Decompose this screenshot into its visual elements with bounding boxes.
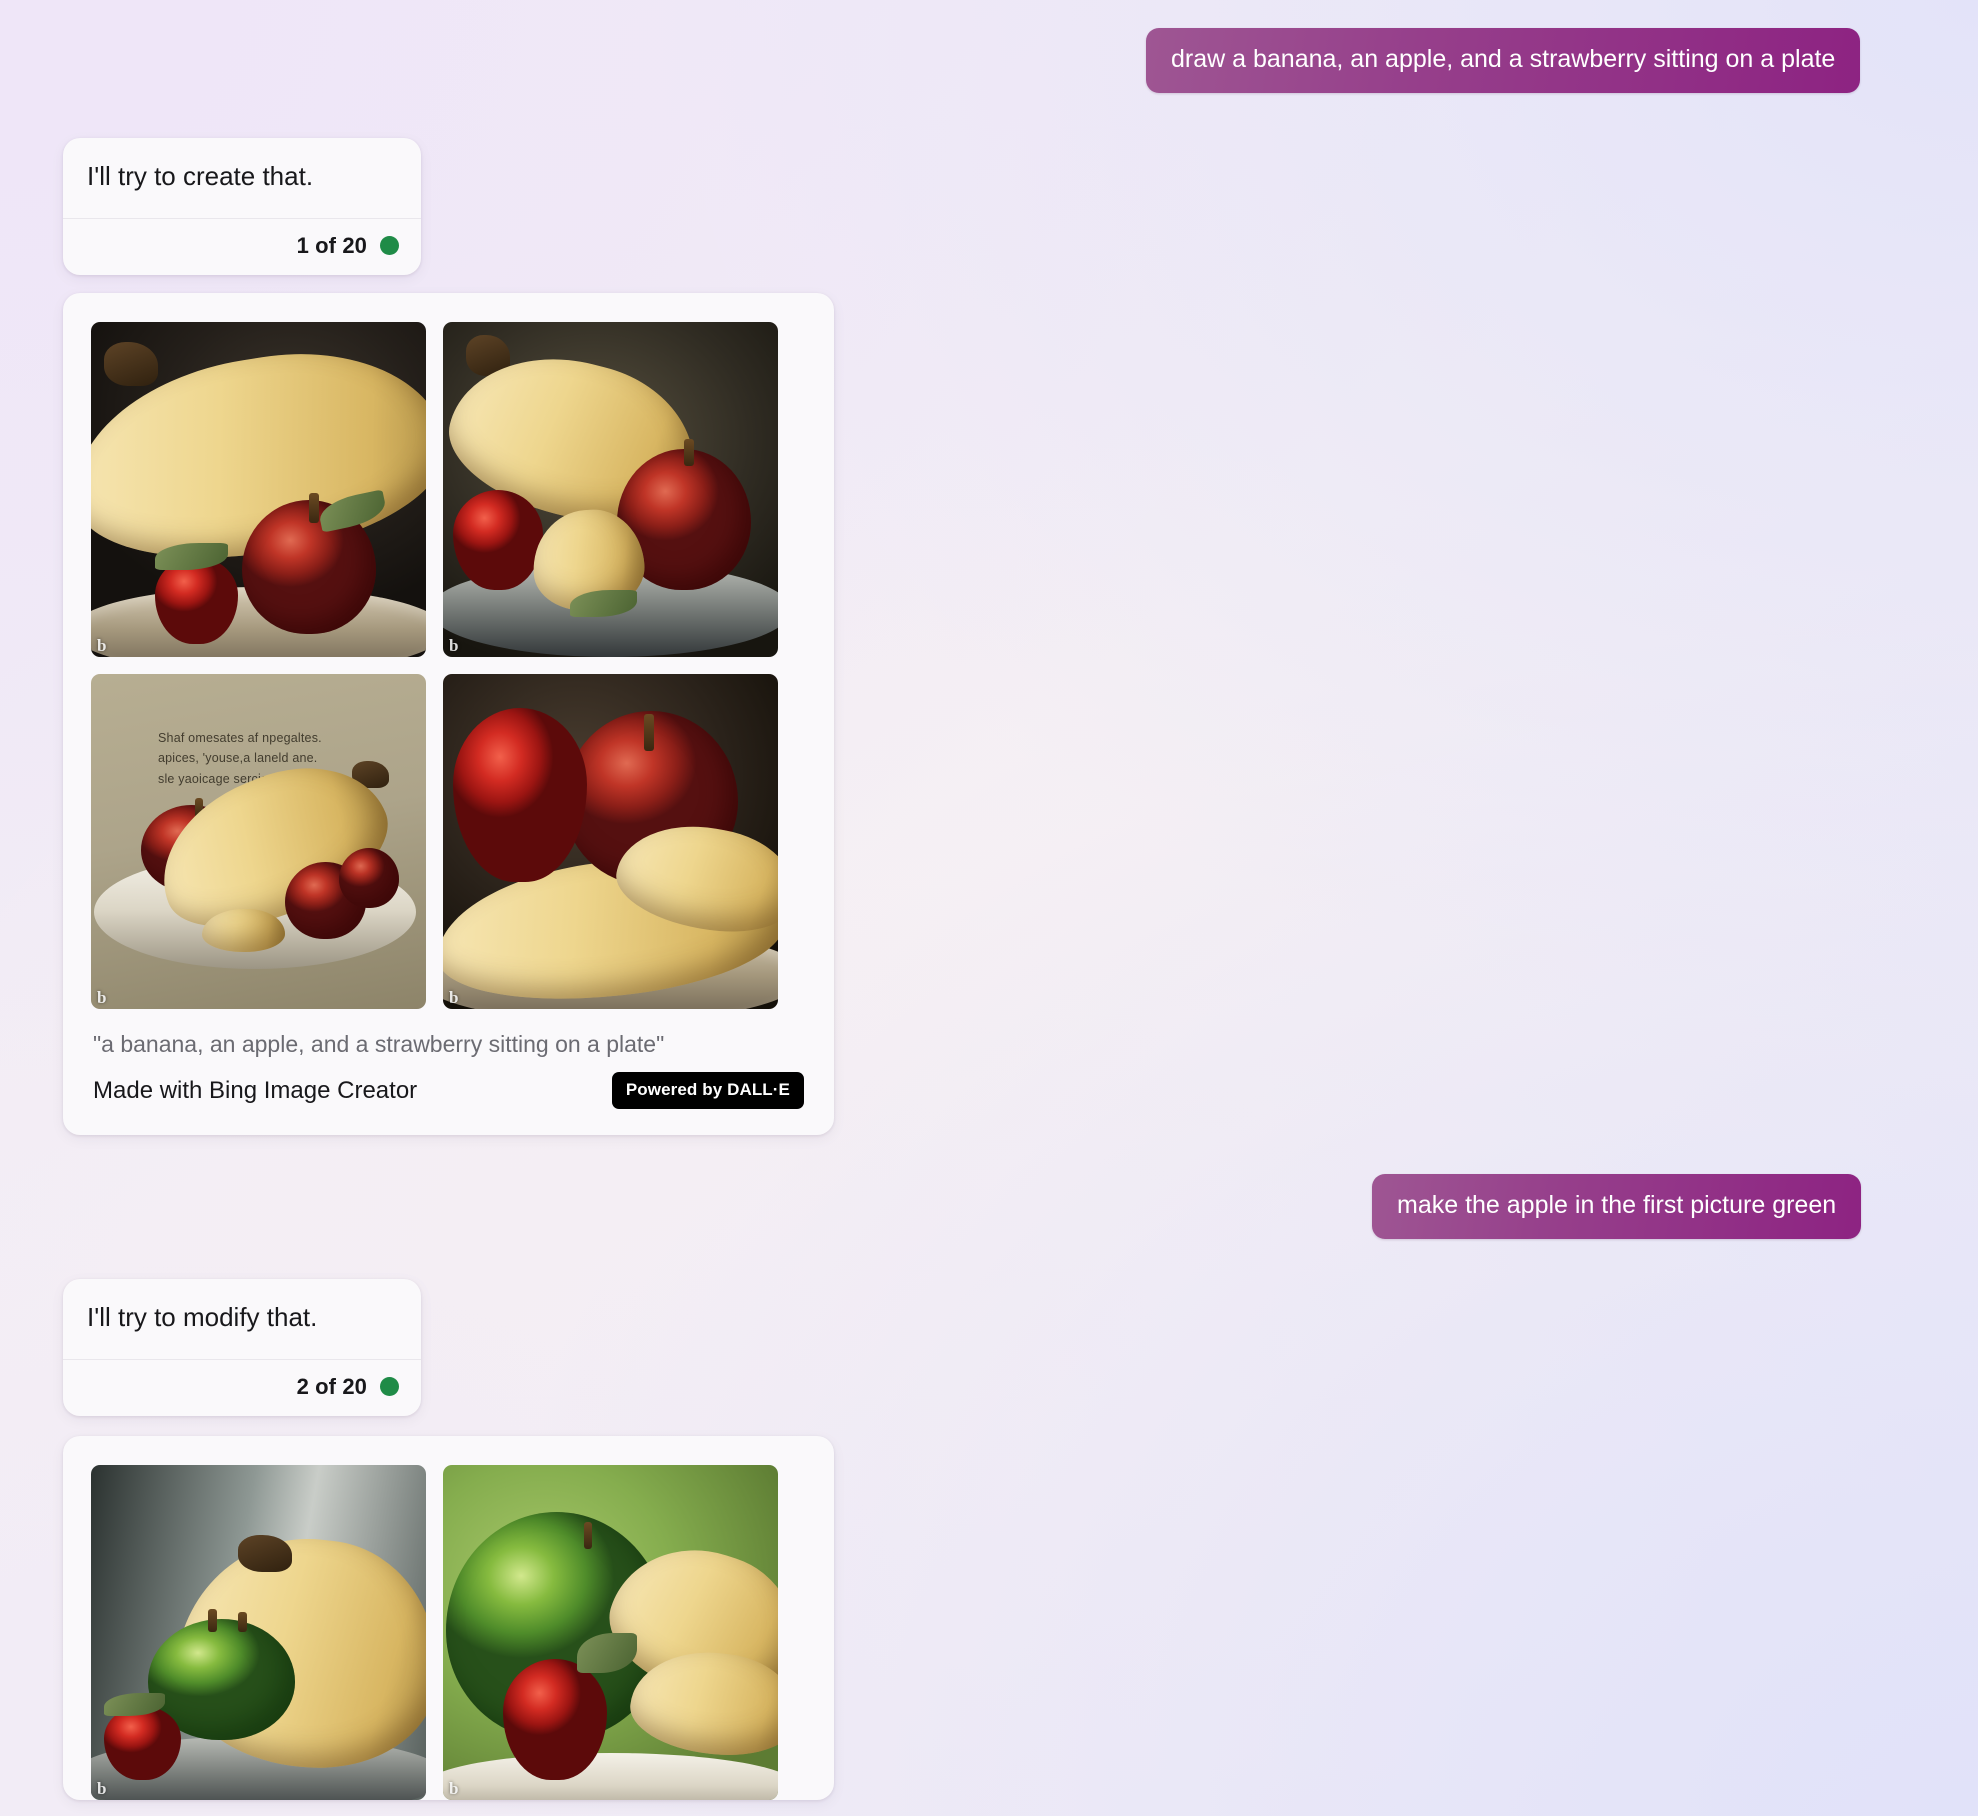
made-with-label: Made with Bing Image Creator (93, 1076, 418, 1104)
image-grid: b b (91, 1465, 806, 1800)
bing-watermark-icon: b (97, 988, 107, 1007)
image-artwork (91, 322, 426, 657)
bing-watermark-icon: b (449, 988, 459, 1007)
assistant-message-text: I'll try to create that. (87, 161, 314, 191)
user-message-bubble[interactable]: make the apple in the first picture gree… (1372, 1174, 1862, 1240)
assistant-message-text: I'll try to modify that. (87, 1302, 318, 1332)
generated-image-5[interactable]: b (91, 1465, 426, 1800)
user-turn-2: make the apple in the first picture gree… (1372, 1174, 1862, 1240)
image-artwork (443, 1465, 778, 1800)
status-dot-icon (380, 236, 399, 256)
dalle-badge: Powered by DALL·E (611, 1072, 804, 1110)
bing-watermark-icon: b (97, 1779, 107, 1798)
user-message-bubble[interactable]: draw a banana, an apple, and a strawberr… (1146, 28, 1861, 94)
generated-image-2[interactable]: b (443, 322, 778, 657)
image-grid: b b (91, 322, 806, 1009)
turn-counter: 1 of 20 (296, 232, 367, 258)
user-turn-1: draw a banana, an apple, and a strawberr… (1146, 28, 1861, 94)
conversation-thread: draw a banana, an apple, and a strawberr… (0, 0, 1978, 1816)
assistant-turn-2: I'll try to modify that. 2 of 20 (63, 1279, 421, 1416)
image-results-card: b b (63, 293, 834, 1136)
prompt-caption: "a banana, an apple, and a strawberry si… (93, 1031, 665, 1057)
assistant-image-turn-1: b b Shaf omesates af npegaltes. apices, … (63, 293, 834, 1136)
bing-watermark-icon: b (97, 636, 107, 655)
card-footer: 2 of 20 (63, 1360, 421, 1416)
generated-image-6[interactable]: b (443, 1465, 778, 1800)
caption-footer: Made with Bing Image Creator Powered by … (93, 1060, 804, 1135)
caption-block: "a banana, an apple, and a strawberry si… (91, 1009, 806, 1135)
image-artwork (443, 674, 778, 1009)
generated-image-4[interactable]: b (443, 674, 778, 1009)
image-artwork (443, 322, 778, 657)
bing-watermark-icon: b (449, 1779, 459, 1798)
card-footer: 1 of 20 (63, 219, 421, 275)
image-results-card: b b (63, 1436, 834, 1800)
assistant-response-card: I'll try to modify that. 2 of 20 (63, 1279, 421, 1416)
image-artwork (91, 1465, 426, 1800)
assistant-turn-1: I'll try to create that. 1 of 20 (63, 138, 421, 275)
turn-counter: 2 of 20 (296, 1373, 367, 1399)
status-dot-icon (380, 1377, 399, 1397)
generated-image-3[interactable]: Shaf omesates af npegaltes. apices, 'you… (91, 674, 426, 1009)
generated-image-1[interactable]: b (91, 322, 426, 657)
image-artwork: Shaf omesates af npegaltes. apices, 'you… (91, 674, 426, 1009)
assistant-image-turn-2: b b (63, 1436, 834, 1800)
assistant-response-card: I'll try to create that. 1 of 20 (63, 138, 421, 275)
bing-watermark-icon: b (449, 636, 459, 655)
